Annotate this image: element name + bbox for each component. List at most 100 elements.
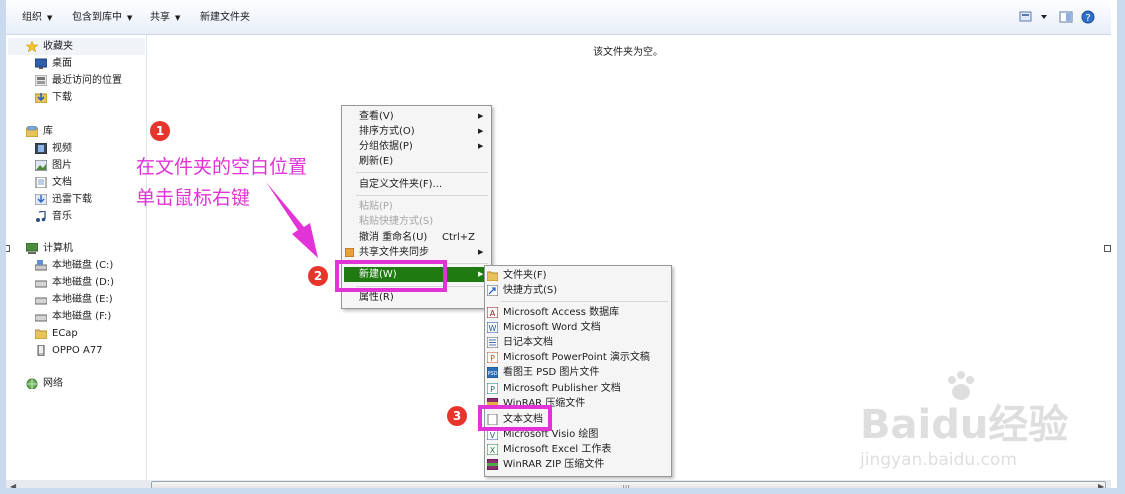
watermark-url-text: jingyan.baidu.com	[860, 450, 1017, 470]
xunlei-download-icon	[35, 194, 47, 205]
submenu-item-winrar-zip[interactable]: WinRAR ZIP 压缩文件	[485, 457, 671, 472]
baidu-watermark: Baidu经验 jingyan.baidu.com	[860, 370, 1110, 480]
preview-pane-button[interactable]	[1059, 11, 1073, 26]
downloads-folder-icon	[35, 93, 47, 103]
desktop-icon	[35, 58, 47, 69]
menu-separator	[356, 195, 488, 196]
instruction-text-line2: 单击鼠标右键	[136, 187, 251, 209]
folder-icon	[487, 271, 498, 281]
menu-label: WinRAR ZIP 压缩文件	[503, 459, 605, 470]
include-in-library-button[interactable]: 包含到库中 ▼	[72, 10, 132, 26]
scroll-right-arrow-icon[interactable]: ▶	[1098, 482, 1104, 491]
menu-label: 排序方式(O)	[359, 126, 415, 137]
include-library-label: 包含到库中	[72, 12, 122, 23]
nav-label: 网络	[43, 378, 63, 389]
help-button[interactable]: ?	[1081, 10, 1095, 27]
step-badge-2: 2	[308, 266, 328, 286]
submenu-item-powerpoint[interactable]: P Microsoft PowerPoint 演示文稿	[485, 350, 671, 365]
share-button[interactable]: 共享 ▼	[150, 10, 180, 26]
nav-label: 收藏夹	[43, 41, 73, 52]
menu-label: 快捷方式(S)	[503, 285, 558, 296]
dropdown-arrow-icon: ▼	[127, 14, 133, 22]
pictures-icon	[35, 160, 47, 171]
svg-text:P: P	[490, 354, 495, 363]
new-folder-button[interactable]: 新建文件夹	[200, 10, 250, 26]
publisher-icon: P	[487, 383, 498, 394]
menu-item-refresh[interactable]: 刷新(E)	[342, 154, 491, 169]
empty-folder-message: 该文件夹为空。	[593, 47, 663, 58]
folder-icon	[35, 329, 47, 339]
menu-item-customize[interactable]: 自定义文件夹(F)...	[342, 177, 491, 192]
sync-icon	[345, 248, 354, 257]
nav-label: OPPO A77	[52, 345, 103, 356]
star-icon	[26, 41, 38, 52]
menu-label: Microsoft Excel 工作表	[503, 444, 612, 455]
submenu-arrow-icon: ▶	[478, 127, 484, 135]
submenu-item-folder[interactable]: 文件夹(F)	[485, 268, 671, 283]
step-badge-3: 3	[447, 406, 467, 426]
menu-item-undo-rename[interactable]: 撤消 重命名(U) Ctrl+Z	[342, 230, 491, 245]
menu-item-group-by[interactable]: 分组依据(P) ▶	[342, 139, 491, 154]
menu-item-properties[interactable]: 属性(R)	[342, 290, 491, 305]
annotation-arrow	[266, 182, 318, 258]
scroll-left-arrow-icon[interactable]: ◀	[10, 482, 16, 491]
menu-label: 分组依据(P)	[359, 141, 413, 152]
submenu-item-shortcut[interactable]: 快捷方式(S)	[485, 283, 671, 298]
menu-item-sort-by[interactable]: 排序方式(O) ▶	[342, 124, 491, 139]
menu-label: 粘贴快捷方式(S)	[359, 216, 434, 227]
svg-text:P: P	[490, 385, 495, 394]
word-icon: W	[487, 322, 498, 333]
submenu-item-journal[interactable]: 日记本文档	[485, 335, 671, 350]
menu-label: 撤消 重命名(U)	[359, 232, 428, 243]
nav-label: 本地磁盘 (C:)	[52, 260, 114, 271]
menu-label: Microsoft Publisher 文档	[503, 383, 621, 394]
menu-item-share-sync[interactable]: 共享文件夹同步 ▶	[342, 245, 491, 260]
nav-label: 计算机	[43, 243, 73, 254]
submenu-item-word[interactable]: W Microsoft Word 文档	[485, 320, 671, 335]
submenu-item-publisher[interactable]: P Microsoft Publisher 文档	[485, 381, 671, 396]
nav-label: 本地磁盘 (D:)	[52, 277, 115, 288]
drive-icon	[35, 280, 47, 288]
network-icon	[26, 378, 38, 389]
submenu-item-psd[interactable]: PSD 看图王 PSD 图片文件	[485, 365, 671, 380]
watermark-main-text: Baidu经验	[860, 402, 1069, 448]
powerpoint-icon: P	[487, 352, 498, 363]
organize-menu-button[interactable]: 组织 ▼	[22, 10, 52, 26]
library-icon	[26, 126, 38, 137]
journal-icon	[487, 337, 498, 348]
new-submenu: 文件夹(F) 快捷方式(S) A Microsoft Access 数据库 W …	[484, 265, 672, 477]
menu-label: 刷新(E)	[359, 156, 394, 167]
menu-label: 粘贴(P)	[359, 201, 393, 212]
horizontal-scrollbar[interactable]: ◀ ||| ▶	[6, 480, 1111, 494]
organize-label: 组织	[22, 12, 42, 23]
menu-label: 查看(V)	[359, 111, 394, 122]
help-icon: ?	[1081, 10, 1095, 24]
computer-icon	[26, 243, 38, 254]
scrollbar-thumb[interactable]: |||	[151, 481, 1106, 493]
menu-item-view[interactable]: 查看(V) ▶	[342, 109, 491, 124]
dropdown-arrow-icon: ▼	[175, 14, 181, 22]
svg-text:V: V	[490, 431, 496, 440]
menu-label: 属性(R)	[359, 292, 394, 303]
highlight-box-new	[335, 260, 447, 292]
resize-handle-right[interactable]	[1104, 245, 1111, 252]
excel-icon: X	[487, 444, 498, 455]
command-toolbar: 组织 ▼ 包含到库中 ▼ 共享 ▼ 新建文件夹 ?	[6, 0, 1111, 35]
submenu-item-access[interactable]: A Microsoft Access 数据库	[485, 305, 671, 320]
menu-label: 文件夹(F)	[503, 270, 547, 281]
navigation-pane: 收藏夹 桌面 最近访问的位置 下载 库 视频 图片 文档 迅雷下载 音乐 计算机	[6, 35, 147, 480]
preview-pane-icon	[1059, 11, 1073, 23]
system-drive-icon	[35, 260, 47, 271]
nav-label: 本地磁盘 (E:)	[52, 294, 113, 305]
resize-handle-left[interactable]	[3, 245, 10, 252]
videos-icon	[35, 143, 47, 154]
drive-icon	[35, 314, 47, 322]
shortcut-label: Ctrl+Z	[442, 232, 476, 243]
svg-text:X: X	[490, 446, 496, 455]
submenu-item-excel[interactable]: X Microsoft Excel 工作表	[485, 442, 671, 457]
drive-icon	[35, 297, 47, 305]
step-badge-1: 1	[150, 121, 170, 141]
view-options-button[interactable]	[1019, 11, 1049, 26]
menu-label: 日记本文档	[503, 337, 553, 348]
shortcut-icon	[487, 285, 498, 296]
